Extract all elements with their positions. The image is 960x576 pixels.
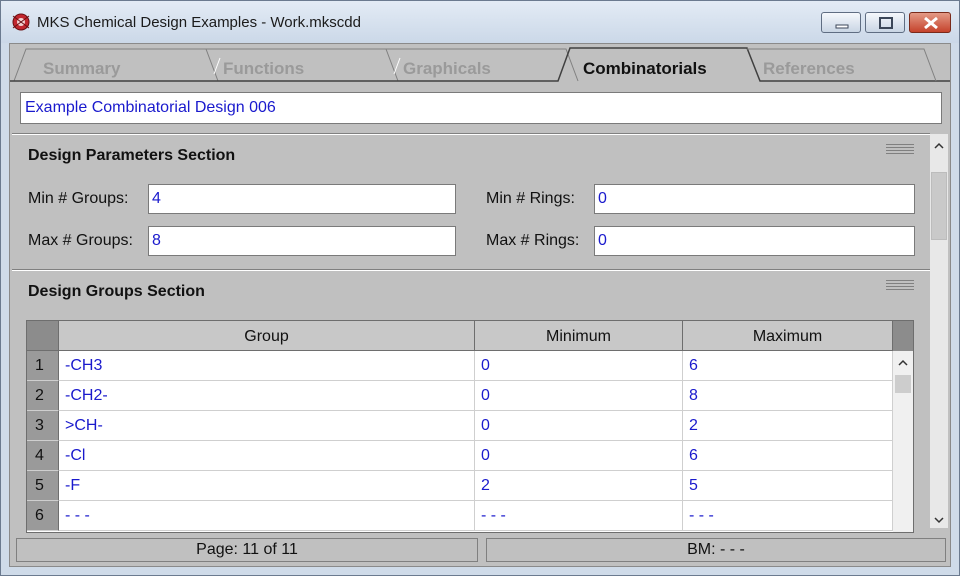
maximum-cell[interactable]: 6 <box>683 441 893 471</box>
main-scrollbar[interactable] <box>930 134 948 528</box>
maximum-cell[interactable]: 8 <box>683 381 893 411</box>
column-header-group[interactable]: Group <box>59 321 475 351</box>
min-groups-input[interactable]: 4 <box>148 184 456 214</box>
section-grip-icon[interactable] <box>886 280 914 292</box>
tab-references-label: References <box>763 59 855 78</box>
page-status: Page: 11 of 11 <box>16 538 478 562</box>
table-corner[interactable] <box>27 321 59 351</box>
min-groups-label: Min # Groups: <box>28 190 129 207</box>
close-icon <box>924 16 938 30</box>
window-title: MKS Chemical Design Examples - Work.mksc… <box>37 14 361 31</box>
group-cell[interactable]: - - - <box>59 501 475 531</box>
minimum-cell[interactable]: 0 <box>475 351 683 381</box>
min-rings-input[interactable]: 0 <box>594 184 915 214</box>
maximum-cell[interactable]: 2 <box>683 411 893 441</box>
app-window: MKS Chemical Design Examples - Work.mksc… <box>0 0 960 576</box>
table-header-cap <box>893 321 913 351</box>
row-number[interactable]: 6 <box>27 501 59 531</box>
groups-section-title: Design Groups Section <box>28 283 205 300</box>
design-name-field[interactable]: Example Combinatorial Design 006 <box>20 92 942 124</box>
main-scroll-thumb[interactable] <box>931 172 947 240</box>
tab-functions-label: Functions <box>223 59 305 78</box>
tab-references[interactable]: References <box>747 48 937 82</box>
group-cell[interactable]: -F <box>59 471 475 501</box>
table-scrollbar[interactable] <box>893 351 913 532</box>
max-groups-input[interactable]: 8 <box>148 226 456 256</box>
main-panel: Summary Functions Graphicals Combinatori… <box>9 43 951 567</box>
chevron-down-icon[interactable] <box>930 512 948 528</box>
minimum-cell[interactable]: 0 <box>475 441 683 471</box>
table-scroll-thumb[interactable] <box>895 375 911 393</box>
group-cell[interactable]: -Cl <box>59 441 475 471</box>
max-rings-label: Max # Rings: <box>486 232 580 249</box>
min-rings-label: Min # Rings: <box>486 190 575 207</box>
divider <box>12 133 930 135</box>
tab-summary[interactable]: Summary <box>14 48 214 82</box>
app-logo-icon <box>12 13 30 31</box>
section-grip-icon[interactable] <box>886 144 914 156</box>
tab-functions[interactable]: Functions <box>206 48 396 82</box>
max-rings-input[interactable]: 0 <box>594 226 915 256</box>
groups-table: Group Minimum Maximum 1 -CH3 0 6 2 -CH2-… <box>26 320 914 533</box>
row-number[interactable]: 4 <box>27 441 59 471</box>
minimum-cell[interactable]: 0 <box>475 411 683 441</box>
tab-graphicals[interactable]: Graphicals <box>386 48 576 82</box>
maximum-cell[interactable]: 5 <box>683 471 893 501</box>
maximum-cell[interactable]: 6 <box>683 351 893 381</box>
minimize-icon <box>835 24 849 29</box>
group-cell[interactable]: -CH3 <box>59 351 475 381</box>
parameters-section-title: Design Parameters Section <box>28 147 236 164</box>
chevron-up-icon[interactable] <box>930 138 948 154</box>
minimize-button[interactable] <box>821 12 861 33</box>
row-number[interactable]: 3 <box>27 411 59 441</box>
maximum-cell[interactable]: - - - <box>683 501 893 531</box>
column-header-maximum[interactable]: Maximum <box>683 321 893 351</box>
maximize-button[interactable] <box>865 12 905 33</box>
minimum-cell[interactable]: - - - <box>475 501 683 531</box>
column-header-minimum[interactable]: Minimum <box>475 321 683 351</box>
row-number[interactable]: 5 <box>27 471 59 501</box>
bookmark-status: BM: - - - <box>486 538 946 562</box>
tab-combinatorials-label: Combinatorials <box>583 59 707 78</box>
title-bar[interactable]: MKS Chemical Design Examples - Work.mksc… <box>1 1 959 43</box>
max-groups-label: Max # Groups: <box>28 232 133 249</box>
divider <box>12 269 930 271</box>
close-button[interactable] <box>909 12 951 33</box>
minimum-cell[interactable]: 2 <box>475 471 683 501</box>
row-number[interactable]: 2 <box>27 381 59 411</box>
group-cell[interactable]: >CH- <box>59 411 475 441</box>
row-number[interactable]: 1 <box>27 351 59 381</box>
tab-combinatorials[interactable]: Combinatorials <box>566 48 756 82</box>
group-cell[interactable]: -CH2- <box>59 381 475 411</box>
tab-graphicals-label: Graphicals <box>403 59 491 78</box>
maximize-icon <box>879 17 893 29</box>
tab-strip: Summary Functions Graphicals Combinatori… <box>10 44 950 82</box>
tab-summary-label: Summary <box>43 59 121 78</box>
minimum-cell[interactable]: 0 <box>475 381 683 411</box>
